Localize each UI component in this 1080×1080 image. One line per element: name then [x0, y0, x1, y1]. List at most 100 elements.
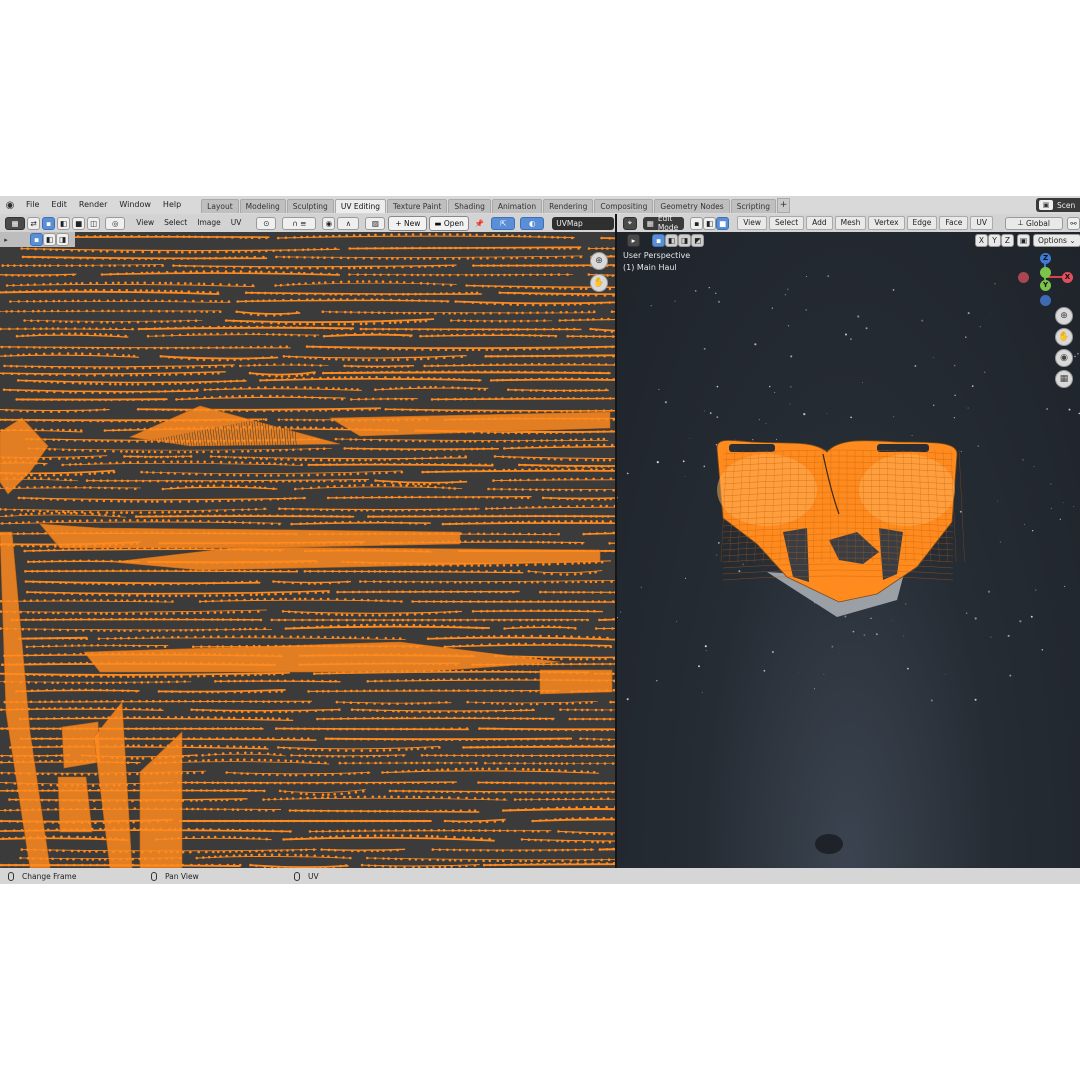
uv-vertex — [173, 652, 176, 655]
uv-vertex — [189, 479, 193, 483]
uv-vertex — [177, 389, 180, 392]
uv-vertex — [90, 652, 94, 656]
image-browse-icon[interactable]: ▨ — [365, 216, 386, 230]
uv-menu-image[interactable]: Image — [192, 214, 226, 232]
tab-geometry-nodes[interactable]: Geometry Nodes — [654, 199, 730, 213]
tab-layout[interactable]: Layout — [201, 199, 239, 213]
tab-uv-editing[interactable]: UV Editing — [334, 199, 386, 213]
pin-icon[interactable]: 📌 — [473, 217, 486, 230]
tab-shading[interactable]: Shading — [448, 199, 491, 213]
menu-edit[interactable]: Edit — [45, 196, 73, 214]
uv-vertex — [296, 542, 300, 545]
menu-file[interactable]: File — [20, 196, 45, 214]
tab-rendering[interactable]: Rendering — [543, 199, 594, 213]
uv-vertex — [266, 449, 270, 452]
uv-vertex — [223, 509, 227, 512]
menu-window[interactable]: Window — [113, 196, 157, 214]
menu-help[interactable]: Help — [157, 196, 187, 214]
uv-vertex — [581, 430, 584, 434]
blender-logo-icon[interactable]: ◉ — [0, 196, 20, 214]
uv-vertex — [154, 455, 158, 459]
uv-vertex — [402, 311, 406, 315]
tab-modeling[interactable]: Modeling — [239, 199, 286, 213]
uv-vertex — [110, 559, 113, 563]
sync-selection-icon[interactable]: ⇄ — [27, 216, 40, 230]
uv-vertex — [36, 599, 39, 602]
uv-vertex — [200, 480, 204, 483]
uv-vertex — [574, 389, 577, 392]
uv-vertex — [322, 292, 325, 296]
uv-vertex — [499, 264, 503, 267]
menu-render[interactable]: Render — [73, 196, 113, 214]
uv-vertex — [378, 447, 382, 451]
uv-vertex — [214, 480, 218, 483]
uv-vertex — [551, 286, 555, 290]
uv-vertex — [55, 289, 58, 292]
uv-vertex — [200, 299, 204, 303]
uv-vertex — [381, 509, 384, 512]
uv-vertex — [154, 645, 158, 648]
uv-vertex — [140, 515, 143, 518]
uv-vertex — [353, 653, 357, 656]
uv-vertex — [473, 590, 477, 594]
uv-vertex — [26, 247, 30, 250]
uv-vertex — [532, 625, 536, 628]
uv-vertex — [359, 542, 363, 545]
uv-vertex — [578, 371, 582, 374]
vertex-select-icon[interactable]: ▪ — [42, 216, 55, 230]
uv-vertex — [34, 247, 37, 251]
tab-animation[interactable]: Animation — [491, 199, 543, 213]
uv-vertex — [136, 320, 140, 324]
uv-vertex — [104, 398, 107, 402]
snap-icon[interactable]: ∩ ≡ — [282, 216, 317, 230]
sticky-selection-icon[interactable]: ◎ — [105, 216, 126, 230]
uv-editor-canvas[interactable]: ▸ ▪ ◧ ◨ ⊕ ✋ — [0, 232, 615, 868]
open-image-button[interactable]: ▬ Open — [429, 215, 469, 231]
edge-select-icon[interactable]: ◧ — [57, 216, 71, 230]
pivot-point-icon[interactable]: ⊙ — [256, 216, 277, 230]
uv-vertex — [49, 289, 52, 293]
uv-vertex — [338, 473, 341, 476]
proportional-edit-icon[interactable]: ◉ — [322, 216, 336, 230]
tab-sculpting[interactable]: Sculpting — [286, 199, 334, 213]
uv-vertex — [233, 387, 236, 390]
uv-vertex — [88, 409, 92, 412]
tab-scripting[interactable]: Scripting — [730, 199, 777, 213]
uv-vertex — [217, 325, 220, 329]
uv-vertex — [85, 519, 89, 522]
face-select-icon[interactable]: ■ — [72, 216, 86, 230]
uv-vertex — [369, 520, 372, 524]
uv-menu-select[interactable]: Select — [159, 214, 192, 232]
uv-vertex — [220, 581, 224, 585]
falloff-icon[interactable]: ∧ — [337, 216, 360, 230]
scene-selector[interactable]: ▣ Scen — [1036, 198, 1080, 212]
island-select-icon[interactable]: ◫ — [87, 216, 101, 230]
uv-vertex — [113, 353, 116, 357]
uv-vertex — [573, 572, 577, 576]
uv-vertex — [512, 417, 515, 420]
uv-menu-view[interactable]: View — [131, 214, 159, 232]
uv-vertex — [303, 549, 307, 553]
editor-type-icon[interactable]: ▦ — [5, 216, 25, 230]
uv-vertex — [138, 599, 141, 603]
uv-vertex — [272, 266, 275, 270]
uv-vertex — [363, 311, 367, 314]
new-image-button[interactable]: + New — [388, 215, 428, 231]
uv-vertex — [216, 387, 219, 391]
overlay-icon[interactable]: ◐ — [520, 216, 545, 230]
uv-vertex — [506, 291, 510, 295]
uv-vertex — [522, 600, 525, 603]
uv-vertex — [352, 598, 356, 601]
uv-vertex — [427, 462, 431, 466]
uvmap-field[interactable]: UVMap — [552, 216, 615, 230]
add-workspace-button[interactable]: + — [777, 198, 791, 213]
uv-vertex — [301, 487, 304, 490]
tab-compositing[interactable]: Compositing — [594, 199, 654, 213]
uv-mesh-layout[interactable] — [0, 232, 615, 868]
display-channels-icon[interactable]: ⇱ — [491, 216, 516, 230]
uv-menu-uv[interactable]: UV — [226, 214, 247, 232]
tab-texture-paint[interactable]: Texture Paint — [386, 199, 448, 213]
uv-vertex — [454, 370, 457, 373]
uv-vertex — [248, 461, 252, 465]
uv-vertex — [193, 611, 196, 615]
